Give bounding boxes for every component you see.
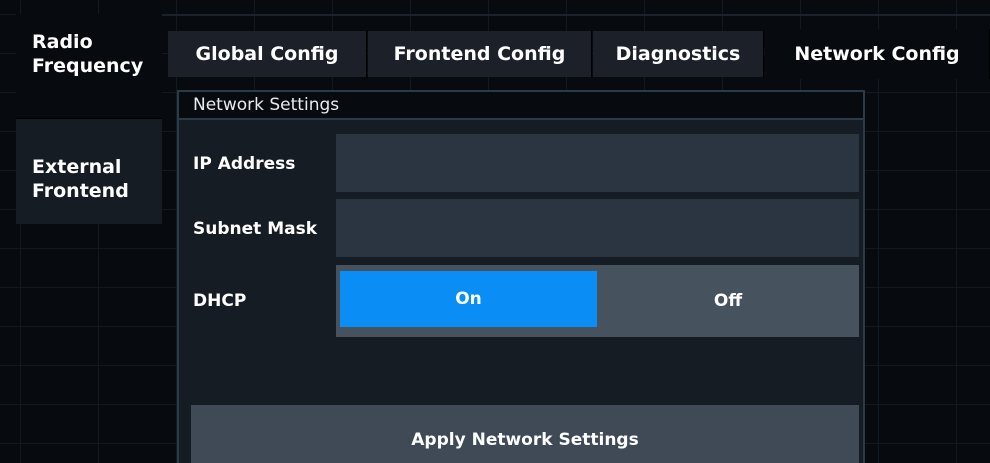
dhcp-off-label: Off <box>713 291 743 311</box>
subnet-mask-input[interactable] <box>336 199 859 257</box>
tab-label: Frontend Config <box>393 43 566 65</box>
tab-diagnostics[interactable]: Diagnostics <box>593 31 764 77</box>
tab-label: Global Config <box>195 43 339 65</box>
dhcp-on-label: On <box>455 289 482 309</box>
sidebar-item-label: External Frontend <box>32 156 129 202</box>
tab-network-config[interactable]: Network Config <box>765 29 990 79</box>
subnet-mask-label: Subnet Mask <box>193 219 318 239</box>
dhcp-label: DHCP <box>193 291 247 311</box>
network-settings-panel: Network Settings IP Address Subnet Mask … <box>177 90 865 463</box>
tab-label: Network Config <box>794 43 960 65</box>
sidebar-item-label: Radio Frequency <box>32 31 144 77</box>
tab-bar-line <box>162 14 990 16</box>
dhcp-off-button[interactable]: Off <box>597 265 859 337</box>
ip-address-input[interactable] <box>336 134 859 192</box>
tab-global-config[interactable]: Global Config <box>168 31 367 77</box>
dhcp-on-button[interactable]: On <box>340 271 597 327</box>
ip-address-label: IP Address <box>193 154 296 174</box>
sidebar-item-radio-frequency[interactable]: Radio Frequency <box>16 14 162 119</box>
sidebar-item-external-frontend[interactable]: External Frontend <box>16 119 162 224</box>
tab-label: Diagnostics <box>615 43 741 65</box>
panel-title: Network Settings <box>179 92 863 120</box>
tab-frontend-config[interactable]: Frontend Config <box>368 31 592 77</box>
apply-network-settings-button[interactable]: Apply Network Settings <box>191 405 859 463</box>
apply-button-label: Apply Network Settings <box>411 430 639 450</box>
dhcp-toggle: On Off <box>336 265 859 337</box>
sidebar: Radio Frequency External Frontend <box>16 14 162 224</box>
